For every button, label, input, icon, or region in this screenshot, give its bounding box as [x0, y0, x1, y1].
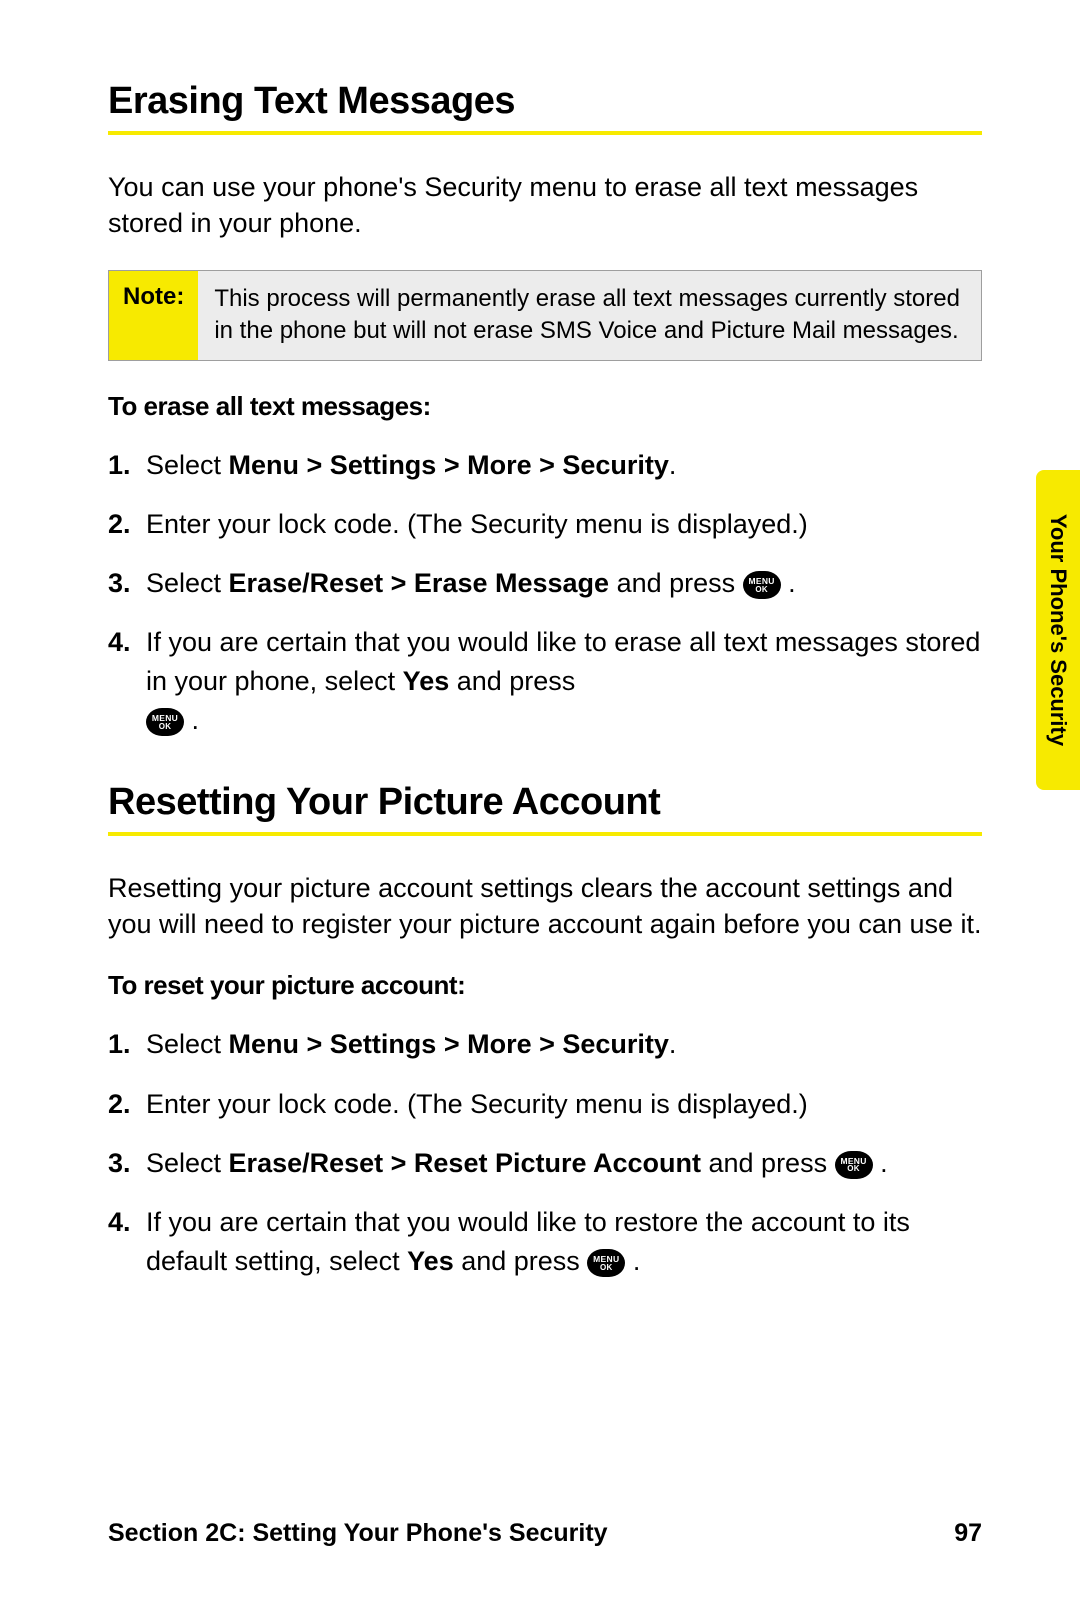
step-1-text-c: .	[669, 450, 677, 480]
step-3-text-c: and press	[609, 568, 743, 598]
step2-3-text-c: and press	[701, 1148, 835, 1178]
step2-4-text-b: Yes	[407, 1246, 454, 1276]
menu-ok-icon: MENUOK	[743, 571, 781, 599]
step2-1-text-c: .	[669, 1029, 677, 1059]
step2-3-text-a: Select	[146, 1148, 229, 1178]
note-body: This process will permanently erase all …	[198, 271, 981, 360]
heading-underline	[108, 131, 982, 135]
step2-3: 3. Select Erase/Reset > Reset Picture Ac…	[146, 1144, 982, 1183]
step2-2-text: Enter your lock code. (The Security menu…	[146, 1089, 808, 1119]
step2-1: 1. Select Menu > Settings > More > Secur…	[146, 1025, 982, 1064]
intro-paragraph-1: You can use your phone's Security menu t…	[108, 169, 982, 242]
step2-4-text-d: .	[633, 1246, 641, 1276]
subhead-erase-all: To erase all text messages:	[108, 391, 982, 422]
step2-1-text-b: Menu > Settings > More > Security	[229, 1029, 669, 1059]
menu-ok-icon: MENUOK	[835, 1151, 873, 1179]
step2-4-text-c: and press	[454, 1246, 588, 1276]
heading-erasing-text-messages: Erasing Text Messages	[108, 80, 982, 129]
footer-section-title: Section 2C: Setting Your Phone's Securit…	[108, 1519, 608, 1548]
step-3: 3. Select Erase/Reset > Erase Message an…	[146, 564, 982, 603]
step-4-text-d: .	[192, 705, 200, 735]
step-1: 1. Select Menu > Settings > More > Secur…	[146, 446, 982, 485]
note-box: Note: This process will permanently eras…	[108, 270, 982, 361]
page-content: Erasing Text Messages You can use your p…	[0, 0, 1080, 1620]
step-2-text: Enter your lock code. (The Security menu…	[146, 509, 808, 539]
steps-list-1: 1. Select Menu > Settings > More > Secur…	[108, 446, 982, 741]
page-footer: Section 2C: Setting Your Phone's Securit…	[108, 1519, 982, 1548]
step2-1-text-a: Select	[146, 1029, 229, 1059]
step-1-text-a: Select	[146, 450, 229, 480]
step-3-text-d: .	[788, 568, 796, 598]
intro-paragraph-2: Resetting your picture account settings …	[108, 870, 982, 943]
step2-4: 4. If you are certain that you would lik…	[146, 1203, 982, 1281]
heading-underline-2	[108, 832, 982, 836]
step2-2: 2. Enter your lock code. (The Security m…	[146, 1085, 982, 1124]
step-4-text-b: Yes	[403, 666, 450, 696]
subhead-reset-picture: To reset your picture account:	[108, 970, 982, 1001]
step2-3-text-b: Erase/Reset > Reset Picture Account	[229, 1148, 701, 1178]
step-4: 4. If you are certain that you would lik…	[146, 623, 982, 740]
step-3-text-a: Select	[146, 568, 229, 598]
footer-page-number: 97	[954, 1519, 982, 1548]
step-1-text-b: Menu > Settings > More > Security	[229, 450, 669, 480]
note-label: Note:	[109, 271, 198, 360]
step2-3-text-d: .	[880, 1148, 888, 1178]
step-4-text-c: and press	[449, 666, 575, 696]
step-2: 2. Enter your lock code. (The Security m…	[146, 505, 982, 544]
menu-ok-icon: MENUOK	[587, 1249, 625, 1277]
step-3-text-b: Erase/Reset > Erase Message	[229, 568, 610, 598]
steps-list-2: 1. Select Menu > Settings > More > Secur…	[108, 1025, 982, 1281]
heading-resetting-picture-account: Resetting Your Picture Account	[108, 781, 982, 830]
menu-ok-icon: MENUOK	[146, 708, 184, 736]
